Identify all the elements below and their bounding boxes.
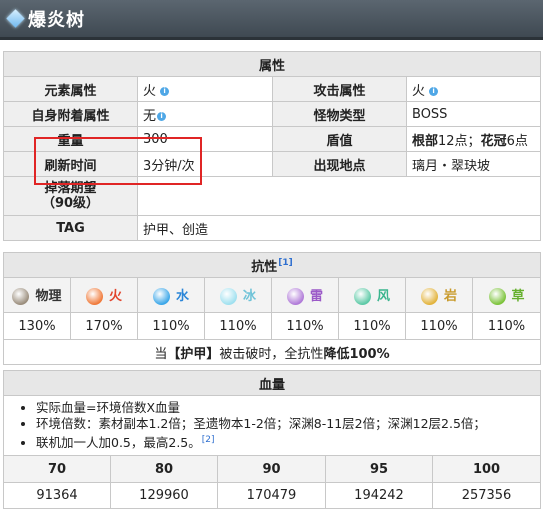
label-element: 元素属性: [3, 76, 138, 102]
element-cell: 物理: [3, 277, 71, 313]
label-location: 出现地点: [272, 151, 407, 177]
footnote-link[interactable]: [1]: [278, 258, 293, 268]
element-name-row: 物理 火 水 冰 雷 风 岩 草: [3, 277, 542, 313]
element-name: 冰: [242, 289, 256, 304]
label-refresh-time: 刷新时间: [3, 151, 138, 177]
element-value-row: 130% 170% 110% 110% 110% 110% 110% 110%: [3, 312, 542, 340]
label-self-aura: 自身附着属性: [3, 101, 138, 127]
element-name: 雷: [309, 289, 323, 304]
page-header: 爆炎树: [0, 0, 543, 40]
table-row: 元素属性 火i 攻击属性 火i: [3, 76, 542, 102]
cryo-icon: [219, 288, 237, 305]
physical-icon: [12, 288, 30, 305]
table-row: 重量 300 盾值 根部12点；花冠6点: [3, 126, 542, 152]
label-tag: TAG: [3, 215, 138, 241]
value-weight: 300: [137, 126, 273, 152]
hp-value-cell: 257356: [431, 482, 542, 509]
list-item: 实际血量=环境倍数X血量: [36, 400, 534, 416]
element-name: 水: [175, 289, 189, 304]
value-drop-expectation: [136, 176, 542, 216]
level-row: 70 80 90 95 100: [3, 455, 542, 484]
element-name: 火: [108, 289, 122, 304]
page-title: 爆炎树: [28, 9, 85, 31]
footnote-link[interactable]: [2]: [202, 435, 215, 445]
hp-notes: 实际血量=环境倍数X血量 环境倍数：素材副本1.2倍；圣遗物本1-2倍；深渊8-…: [2, 394, 542, 457]
value-location: 璃月・翠玦坡: [405, 151, 542, 177]
label-drop-expectation: 掉落期望 （90级）: [3, 176, 138, 216]
list-item: 联机加一人加0.5，最高2.5。[2]: [36, 432, 534, 451]
table-row: 当【护甲】被击破时，全抗性降低100%: [2, 339, 542, 365]
level-cell: 80: [110, 455, 218, 484]
hp-value-cell: 194242: [325, 482, 433, 509]
resistance-value: 110%: [405, 312, 473, 340]
hp-value-cell: 129960: [110, 482, 218, 509]
diamond-icon: [6, 9, 25, 28]
resistance-value: 110%: [204, 312, 272, 340]
value-tag: 护甲、创造: [136, 215, 542, 241]
list-item: 环境倍数：素材副本1.2倍；圣遗物本1-2倍；深渊8-11层2倍；深渊12层2.…: [36, 416, 534, 432]
level-cell: 90: [217, 455, 326, 484]
pyro-icon: [85, 288, 103, 305]
hp-value-cell: 91364: [3, 482, 111, 509]
info-icon[interactable]: i: [157, 111, 167, 121]
element-cell: 水: [137, 277, 205, 313]
hp-value-row: 91364 129960 170479 194242 257356: [3, 482, 542, 509]
info-icon[interactable]: i: [160, 86, 170, 96]
value-self-aura: 无i: [137, 101, 273, 127]
element-cell: 火: [70, 277, 138, 313]
element-cell: 冰: [204, 277, 272, 313]
resistance-title: 抗性[1]: [2, 252, 542, 278]
value-shield: 根部12点；花冠6点: [405, 126, 542, 152]
value-monster-type: BOSS: [405, 101, 542, 127]
element-cell: 雷: [271, 277, 339, 313]
element-cell: 草: [471, 277, 542, 313]
label-attack: 攻击属性: [272, 76, 407, 102]
element-name: 风: [376, 289, 390, 304]
element-cell: 岩: [405, 277, 473, 313]
level-cell: 95: [325, 455, 433, 484]
value-element: 火i: [137, 76, 273, 102]
table-row: 掉落期望 （90级）: [3, 176, 542, 216]
info-icon[interactable]: i: [429, 86, 439, 96]
element-name: 草: [511, 289, 525, 304]
resistance-value: 110%: [338, 312, 406, 340]
table-row: TAG 护甲、创造: [3, 215, 542, 241]
label-monster-type: 怪物类型: [272, 101, 407, 127]
resistance-value: 110%: [471, 312, 542, 340]
value-attack: 火i: [405, 76, 542, 102]
anemo-icon: [353, 288, 371, 305]
table-row: 实际血量=环境倍数X血量 环境倍数：素材副本1.2倍；圣遗物本1-2倍；深渊8-…: [2, 394, 542, 457]
hydro-icon: [152, 288, 170, 305]
label-weight: 重量: [3, 126, 138, 152]
resistance-value: 110%: [271, 312, 339, 340]
level-cell: 100: [431, 455, 542, 484]
label-shield: 盾值: [272, 126, 407, 152]
electro-icon: [286, 288, 304, 305]
hp-title: 血量: [2, 370, 542, 396]
resistance-value: 110%: [137, 312, 205, 340]
table-row: 自身附着属性 无i 怪物类型 BOSS: [3, 101, 542, 127]
resistance-value: 130%: [3, 312, 71, 340]
value-refresh-time: 3分钟/次: [137, 151, 273, 177]
element-name: 岩: [443, 289, 457, 304]
attributes-table: 属性 元素属性 火i 攻击属性 火i 自身附着属性 无i 怪物类型 BOSS 重…: [2, 51, 542, 241]
element-cell: 风: [338, 277, 406, 313]
element-name: 物理: [35, 289, 62, 304]
hp-value-cell: 170479: [217, 482, 326, 509]
resistance-value: 170%: [70, 312, 138, 340]
geo-icon: [420, 288, 438, 305]
table-row: 刷新时间 3分钟/次 出现地点 璃月・翠玦坡: [3, 151, 542, 177]
hp-table: 血量 实际血量=环境倍数X血量 环境倍数：素材副本1.2倍；圣遗物本1-2倍；深…: [2, 370, 542, 509]
resistance-table: 抗性[1] 物理火水冰雷风岩草 130% 170% 110% 110% 110% 110%…: [2, 252, 542, 365]
dendro-icon: [488, 288, 506, 305]
armor-note: 当【护甲】被击破时，全抗性降低100%: [2, 339, 542, 365]
attributes-title: 属性: [2, 51, 542, 77]
level-cell: 70: [3, 455, 111, 484]
